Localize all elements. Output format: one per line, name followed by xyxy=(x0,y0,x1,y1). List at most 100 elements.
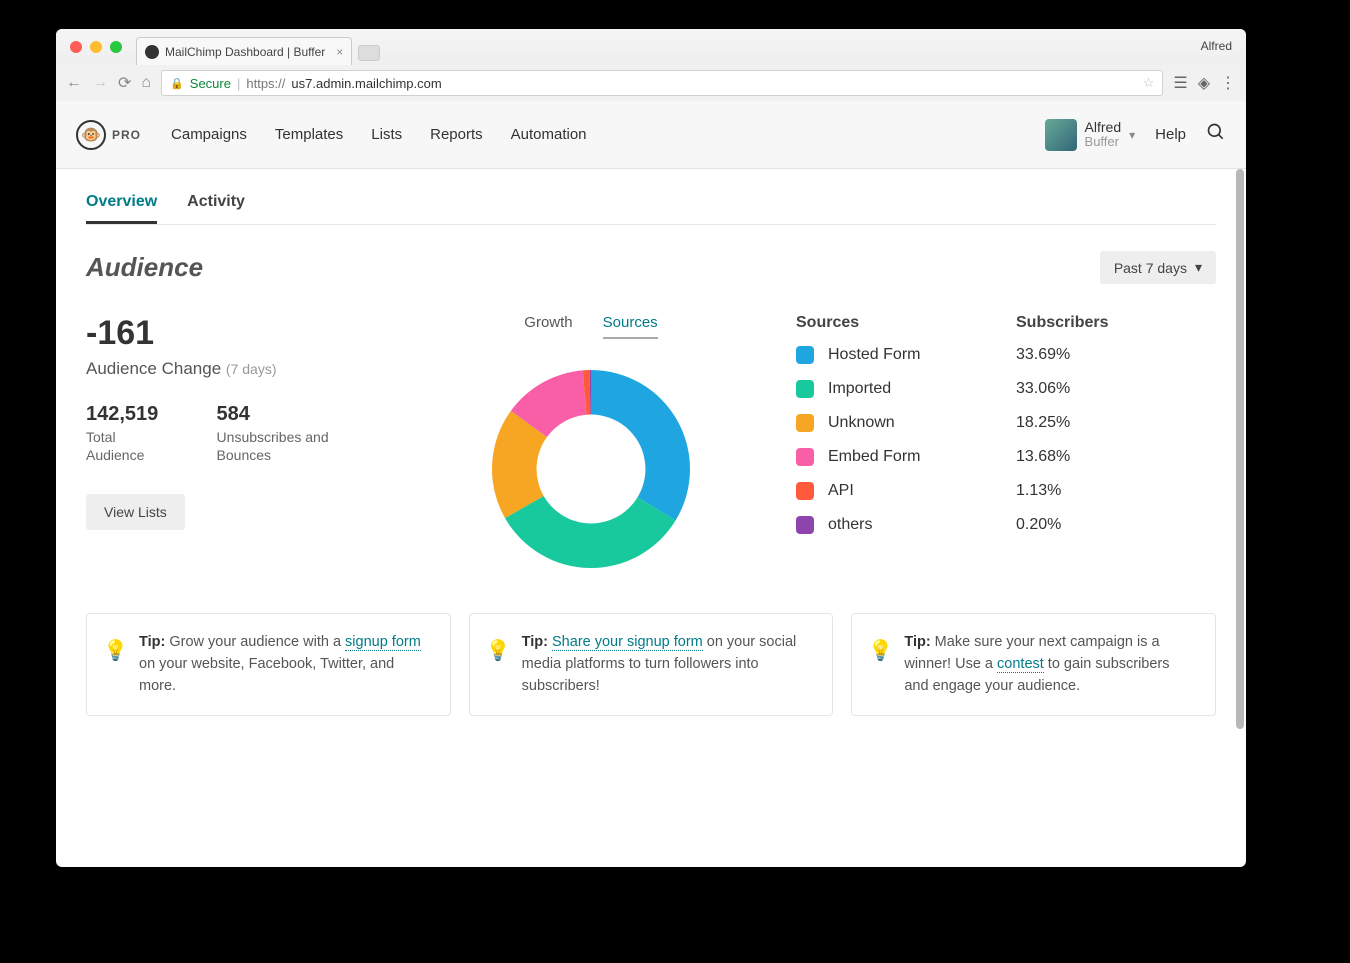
home-icon[interactable]: ⌂ xyxy=(141,74,151,92)
close-tab-icon[interactable]: × xyxy=(336,45,343,59)
unsubscribes-value: 584 xyxy=(217,403,386,426)
legend-value: 33.69% xyxy=(1016,346,1070,364)
scrollbar[interactable] xyxy=(1232,169,1246,867)
star-icon[interactable]: ☆ xyxy=(1143,75,1155,91)
favicon-icon xyxy=(145,45,159,59)
pro-badge: PRO xyxy=(112,128,141,142)
legend-name: Unknown xyxy=(828,414,1016,432)
app-header: 🐵 PRO Campaigns Templates Lists Reports … xyxy=(56,101,1246,169)
legend-name: Imported xyxy=(828,380,1016,398)
legend-name: Embed Form xyxy=(828,448,1016,466)
primary-nav: Campaigns Templates Lists Reports Automa… xyxy=(171,126,587,143)
legend-row: API1.13% xyxy=(796,482,1216,500)
tab-activity[interactable]: Activity xyxy=(187,193,245,224)
maximize-window-button[interactable] xyxy=(110,41,122,53)
legend-name: others xyxy=(828,516,1016,534)
nav-automation[interactable]: Automation xyxy=(511,126,587,143)
donut-slice[interactable] xyxy=(591,370,690,520)
chevron-down-icon: ▾ xyxy=(1129,128,1135,142)
tip-prefix: Tip: xyxy=(522,634,548,650)
legend-row: others0.20% xyxy=(796,516,1216,534)
nav-templates[interactable]: Templates xyxy=(275,126,343,143)
user-menu[interactable]: Alfred Buffer ▾ xyxy=(1045,119,1136,151)
chart-tab-growth[interactable]: Growth xyxy=(524,314,572,339)
minimize-window-button[interactable] xyxy=(90,41,102,53)
legend-swatch xyxy=(796,414,814,432)
legend-value: 33.06% xyxy=(1016,380,1070,398)
new-tab-button[interactable] xyxy=(358,45,380,61)
tip-text-pre: Grow your audience with a xyxy=(165,634,345,650)
address-bar-row: ← → ⟳ ⌂ 🔒 Secure | https://us7.admin.mai… xyxy=(56,65,1246,101)
lightbulb-icon: 💡 xyxy=(103,636,128,666)
chart-column: Growth Sources xyxy=(426,314,756,579)
stats-column: -161 Audience Change (7 days) 142,519 To… xyxy=(86,314,386,579)
legend-swatch xyxy=(796,482,814,500)
legend-value: 13.68% xyxy=(1016,448,1070,466)
total-audience-label: Total Audience xyxy=(86,428,177,464)
tip-link[interactable]: signup form xyxy=(345,634,421,651)
unsubscribes-label: Unsubscribes and Bounces xyxy=(217,428,386,464)
chrome-menu-icon[interactable]: ⋮ xyxy=(1220,73,1236,93)
tip-card: 💡Tip: Grow your audience with a signup f… xyxy=(86,613,451,716)
search-icon[interactable] xyxy=(1206,122,1226,147)
tab-strip: MailChimp Dashboard | Buffer × Alfred xyxy=(56,29,1246,65)
legend-column: Sources Subscribers Hosted Form33.69%Imp… xyxy=(796,314,1216,579)
secure-label: Secure xyxy=(190,76,231,91)
audience-change-label: Audience Change xyxy=(86,359,221,378)
tip-link[interactable]: contest xyxy=(997,656,1044,673)
legend-name: API xyxy=(828,482,1016,500)
chevron-down-icon: ▾ xyxy=(1195,259,1202,276)
scrollbar-thumb[interactable] xyxy=(1236,169,1244,729)
legend-value: 1.13% xyxy=(1016,482,1061,500)
legend-header-subscribers: Subscribers xyxy=(1016,314,1108,332)
nav-lists[interactable]: Lists xyxy=(371,126,402,143)
user-name: Alfred xyxy=(1085,120,1122,135)
close-window-button[interactable] xyxy=(70,41,82,53)
address-input[interactable]: 🔒 Secure | https://us7.admin.mailchimp.c… xyxy=(161,70,1163,96)
user-org: Buffer xyxy=(1085,135,1122,149)
url-scheme: https:// xyxy=(246,76,285,91)
legend-name: Hosted Form xyxy=(828,346,1016,364)
tip-card: 💡Tip: Share your signup form on your soc… xyxy=(469,613,834,716)
browser-window: MailChimp Dashboard | Buffer × Alfred ← … xyxy=(56,29,1246,867)
browser-profile-button[interactable]: Alfred xyxy=(1201,39,1232,53)
legend-swatch xyxy=(796,448,814,466)
total-audience-value: 142,519 xyxy=(86,403,177,426)
legend-swatch xyxy=(796,346,814,364)
tab-title: MailChimp Dashboard | Buffer xyxy=(165,45,325,59)
help-link[interactable]: Help xyxy=(1155,126,1186,143)
legend-swatch xyxy=(796,516,814,534)
url-host: us7.admin.mailchimp.com xyxy=(291,76,441,91)
nav-reports[interactable]: Reports xyxy=(430,126,483,143)
legend-header-sources: Sources xyxy=(796,314,1016,332)
tab-overview[interactable]: Overview xyxy=(86,193,157,224)
chart-tab-sources[interactable]: Sources xyxy=(603,314,658,339)
forward-icon[interactable]: → xyxy=(92,74,108,92)
lightbulb-icon: 💡 xyxy=(486,636,511,666)
tip-text-post: on your website, Facebook, Twitter, and … xyxy=(139,656,394,694)
legend-value: 0.20% xyxy=(1016,516,1061,534)
legend-row: Embed Form13.68% xyxy=(796,448,1216,466)
tip-prefix: Tip: xyxy=(904,634,930,650)
mailchimp-logo-icon[interactable]: 🐵 xyxy=(76,120,106,150)
section-title: Audience xyxy=(86,252,203,283)
nav-campaigns[interactable]: Campaigns xyxy=(171,126,247,143)
content-area: Overview Activity Audience Past 7 days ▾… xyxy=(56,169,1246,867)
date-range-label: Past 7 days xyxy=(1114,260,1187,276)
browser-tab[interactable]: MailChimp Dashboard | Buffer × xyxy=(136,37,352,65)
chrome-frame: MailChimp Dashboard | Buffer × Alfred ← … xyxy=(56,29,1246,101)
extension-buffer-icon[interactable]: ☰ xyxy=(1173,73,1187,93)
tip-link[interactable]: Share your signup form xyxy=(552,634,703,651)
legend-row: Hosted Form33.69% xyxy=(796,346,1216,364)
sources-donut-chart xyxy=(481,359,701,579)
view-lists-button[interactable]: View Lists xyxy=(86,494,185,530)
donut-slice[interactable] xyxy=(505,496,676,568)
audience-change-window: (7 days) xyxy=(226,361,277,377)
tip-card: 💡Tip: Make sure your next campaign is a … xyxy=(851,613,1216,716)
back-icon[interactable]: ← xyxy=(66,74,82,92)
lightbulb-icon: 💡 xyxy=(868,636,893,666)
legend-swatch xyxy=(796,380,814,398)
date-range-dropdown[interactable]: Past 7 days ▾ xyxy=(1100,251,1216,284)
reload-icon[interactable]: ⟳ xyxy=(118,73,131,93)
extension-pocket-icon[interactable]: ◈ xyxy=(1198,73,1210,93)
